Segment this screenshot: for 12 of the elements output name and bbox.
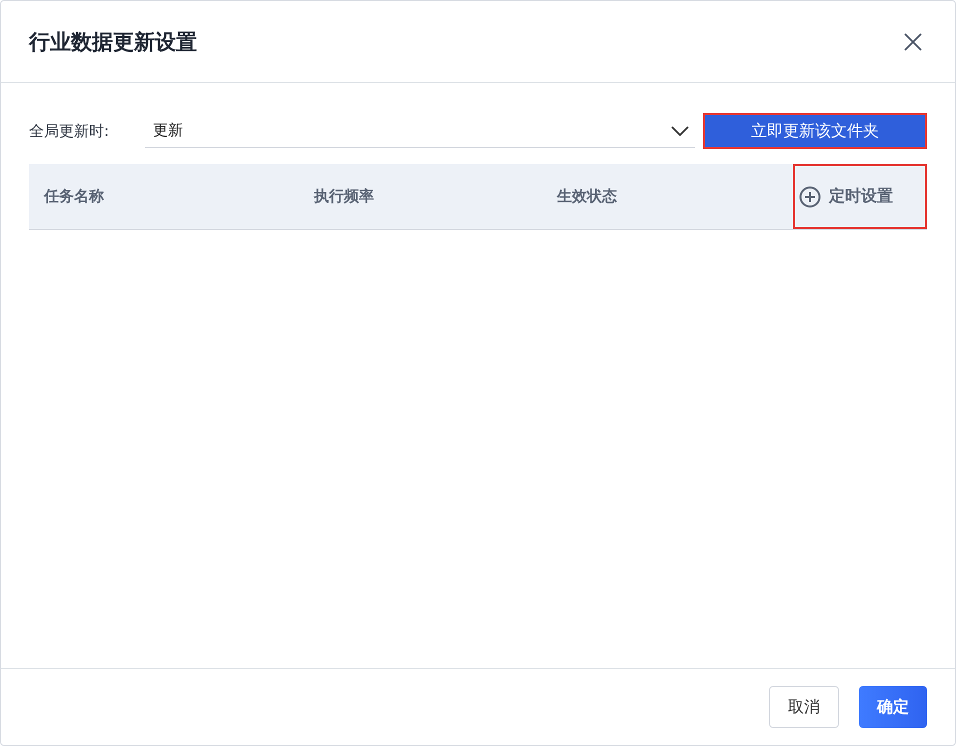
add-schedule-button[interactable]: 定时设置 [793, 164, 927, 229]
update-now-button[interactable]: 立即更新该文件夹 [703, 113, 927, 149]
column-header: 任务名称 [42, 187, 105, 206]
chevron-down-icon [671, 126, 689, 136]
column-header: 执行频率 [312, 187, 375, 206]
field-label: 全局更新时: [29, 122, 110, 140]
update-mode-select[interactable]: 更新 [145, 114, 695, 148]
dialog-title: 行业数据更新设置 [29, 28, 197, 56]
cancel-button[interactable]: 取消 [769, 686, 839, 728]
plus-circle-icon [799, 186, 821, 208]
confirm-button[interactable]: 确定 [859, 686, 927, 728]
column-header: 生效状态 [556, 187, 618, 206]
